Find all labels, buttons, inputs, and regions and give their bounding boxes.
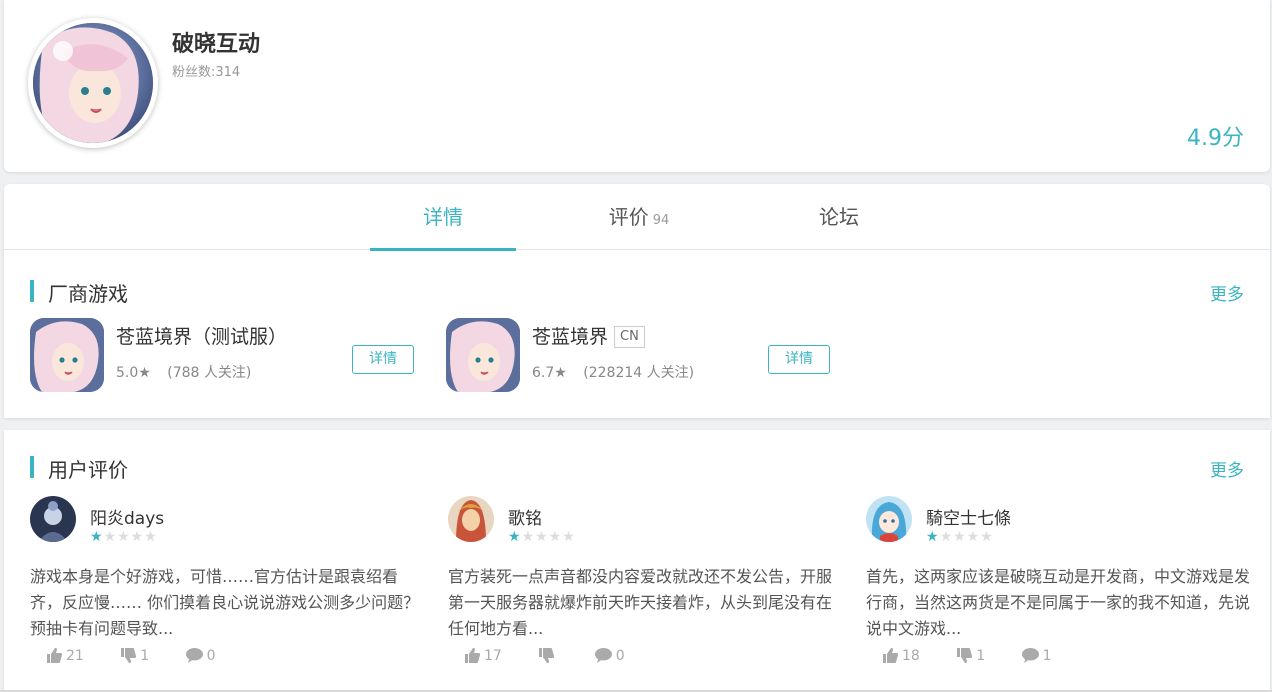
star-icon: ★ xyxy=(90,529,104,545)
review-actions: 18 1 1 xyxy=(882,648,1084,664)
game-icon[interactable] xyxy=(30,318,104,392)
star-icon: ★ xyxy=(508,529,522,545)
tab-reviews-count: 94 xyxy=(652,213,670,228)
review-username[interactable]: 歌铭 xyxy=(508,504,542,529)
reviews-card: 用户评价 更多 阳炎days ★★★★★ 游戏本身是个好游戏，可惜……官方估计是… xyxy=(4,430,1270,692)
tab-details[interactable]: 详情 xyxy=(370,184,516,251)
review-rating-stars: ★★★★★ xyxy=(90,529,158,545)
comment-count: 1 xyxy=(1042,648,1052,664)
review-actions: 21 1 0 xyxy=(46,648,248,664)
dislike-button[interactable]: 1 xyxy=(956,648,985,664)
like-count: 18 xyxy=(902,648,920,664)
thumbs-up-icon xyxy=(47,648,62,663)
tab-reviews[interactable]: 评价 94 xyxy=(584,184,694,250)
comment-count: 0 xyxy=(615,648,625,664)
tab-reviews-label: 评价 xyxy=(608,205,649,229)
game-icon[interactable] xyxy=(446,318,520,392)
star-icon: ★★★★ xyxy=(521,529,576,545)
star-icon: ★ xyxy=(926,529,940,545)
section-title-vendor-games: 厂商游戏 xyxy=(30,278,128,307)
thumbs-down-icon xyxy=(121,648,137,663)
review-username[interactable]: 阳炎days xyxy=(90,504,164,529)
tab-bar: 详情 评价 94 论坛 xyxy=(4,184,1270,251)
like-count: 21 xyxy=(66,648,84,664)
comment-button[interactable]: 0 xyxy=(185,648,216,664)
game-follow-count: (788 人关注) xyxy=(167,365,252,381)
comment-icon xyxy=(594,648,612,663)
thumbs-down-icon xyxy=(957,648,973,663)
game-item[interactable]: 苍蓝境界 CN 6.7★ (228214 人关注) 详情 xyxy=(446,318,836,394)
dislike-button[interactable] xyxy=(538,648,558,664)
star-icon: ★ xyxy=(554,365,567,381)
game-score: 5.0 xyxy=(116,365,139,381)
comment-button[interactable]: 1 xyxy=(1021,648,1052,664)
dislike-button[interactable]: 1 xyxy=(120,648,149,664)
dislike-count: 1 xyxy=(976,648,986,664)
content-card: 详情 评价 94 论坛 厂商游戏 更多 苍蓝境界（测试服） 5.0★ (788 人… xyxy=(4,184,1270,418)
game-name[interactable]: 苍蓝境界 CN xyxy=(532,322,645,349)
dislike-count: 1 xyxy=(140,648,150,664)
like-button[interactable]: 21 xyxy=(46,648,84,664)
tab-details-label: 详情 xyxy=(423,205,463,229)
like-button[interactable]: 17 xyxy=(464,648,502,664)
developer-rating: 4.9分 xyxy=(1187,126,1244,151)
game-item[interactable]: 苍蓝境界（测试服） 5.0★ (788 人关注) 详情 xyxy=(30,318,420,394)
thumbs-down-icon xyxy=(539,648,555,663)
game-meta: 6.7★ (228214 人关注) xyxy=(532,362,694,382)
star-icon: ★★★★ xyxy=(103,529,158,545)
developer-header: 破晓互动 粉丝数:314 4.9分 xyxy=(4,0,1270,172)
like-button[interactable]: 18 xyxy=(882,648,920,664)
like-count: 17 xyxy=(484,648,502,664)
developer-avatar xyxy=(28,18,158,148)
game-follow-count: (228214 人关注) xyxy=(583,365,695,381)
tab-forum[interactable]: 论坛 xyxy=(784,184,894,250)
review-actions: 17 0 xyxy=(464,648,657,664)
review-text[interactable]: 游戏本身是个好游戏，可惜……官方估计是跟袁绍看齐，反应慢…… 你们摸着良心说说游… xyxy=(30,564,420,642)
comment-icon xyxy=(185,648,203,663)
user-avatar[interactable] xyxy=(448,496,494,542)
region-badge: CN xyxy=(614,326,645,348)
fans-count: 粉丝数:314 xyxy=(172,65,241,80)
comment-icon xyxy=(1021,648,1039,663)
review-text[interactable]: 首先，这两家应该是破晓互动是开发商，中文游戏是发行商，当然这两货是不是同属于一家… xyxy=(866,564,1256,642)
star-icon: ★ xyxy=(138,365,151,381)
comment-button[interactable]: 0 xyxy=(594,648,625,664)
active-tab-indicator xyxy=(370,248,516,251)
review-rating-stars: ★★★★★ xyxy=(508,529,576,545)
vendor-games-more-link[interactable]: 更多 xyxy=(1210,280,1244,305)
user-avatar[interactable] xyxy=(30,496,76,542)
tab-forum-label: 论坛 xyxy=(819,205,859,229)
review-username[interactable]: 騎空士七條 xyxy=(926,504,1011,529)
star-icon: ★★★★ xyxy=(939,529,994,545)
review-rating-stars: ★★★★★ xyxy=(926,529,994,545)
user-avatar[interactable] xyxy=(866,496,912,542)
user-reviews-more-link[interactable]: 更多 xyxy=(1210,456,1244,481)
game-score: 6.7 xyxy=(532,365,555,381)
game-name-text: 苍蓝境界 xyxy=(532,326,609,348)
game-detail-button[interactable]: 详情 xyxy=(768,345,830,374)
thumbs-up-icon xyxy=(465,648,480,663)
game-name[interactable]: 苍蓝境界（测试服） xyxy=(116,322,287,349)
review-text[interactable]: 官方装死一点声音都没内容爱改就改还不发公告，开服第一天服务器就爆炸前天昨天接着炸… xyxy=(448,564,838,642)
thumbs-up-icon xyxy=(883,648,898,663)
game-meta: 5.0★ (788 人关注) xyxy=(116,362,251,382)
comment-count: 0 xyxy=(206,648,216,664)
developer-name: 破晓互动 xyxy=(172,32,261,57)
section-title-user-reviews: 用户评价 xyxy=(30,454,128,483)
game-detail-button[interactable]: 详情 xyxy=(352,345,414,374)
